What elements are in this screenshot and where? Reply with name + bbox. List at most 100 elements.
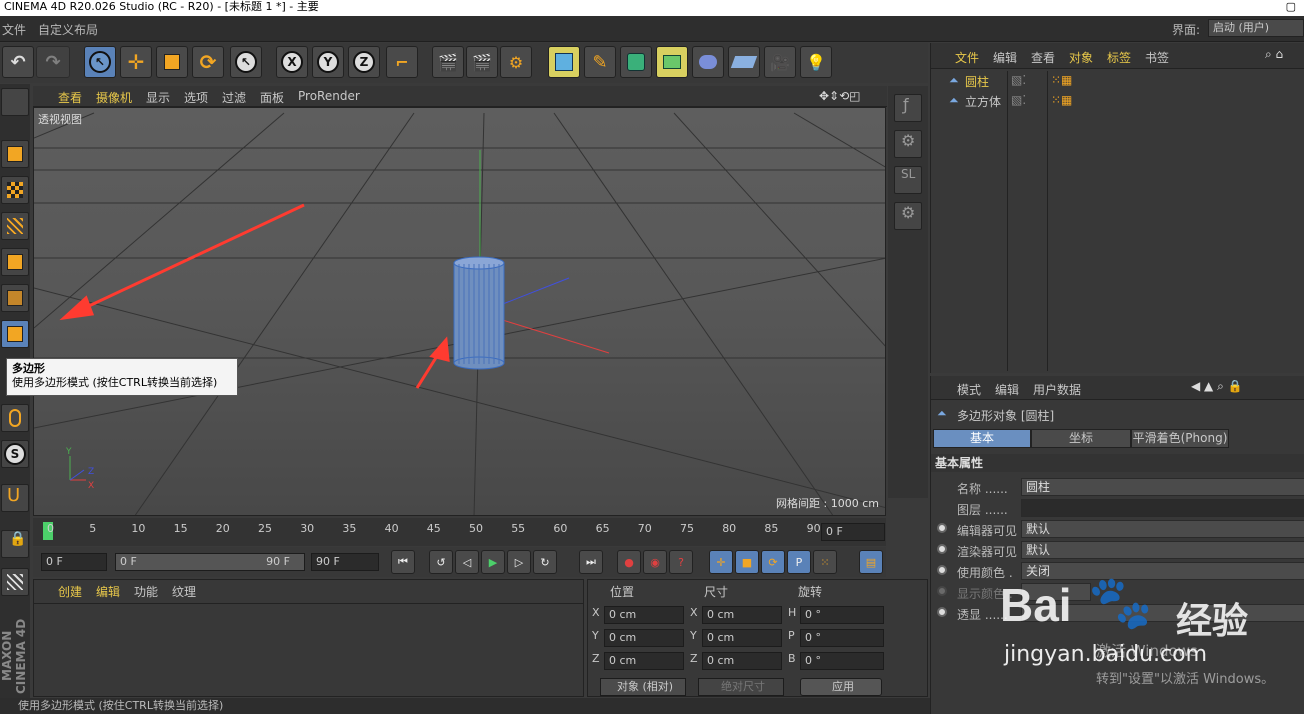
rotate-button[interactable]: ⟳ bbox=[192, 46, 224, 78]
current-frame-field[interactable]: 0 F bbox=[821, 523, 885, 541]
make-editable-button[interactable] bbox=[1, 88, 29, 116]
object-menu-tags[interactable]: 标签 bbox=[1107, 49, 1131, 66]
snap-button[interactable]: S bbox=[1, 440, 29, 468]
attr-value[interactable]: 圆柱 bbox=[1021, 478, 1304, 496]
search-icon[interactable]: ⌕ ⌂ bbox=[1265, 47, 1283, 62]
rotation-field[interactable]: 0 ° bbox=[800, 652, 884, 670]
goto-end-button[interactable]: ⏭ bbox=[579, 550, 603, 574]
perspective-viewport[interactable]: Y Z X 透视视图 网格间距 : 1000 cm bbox=[33, 107, 886, 516]
viewport-menu-view[interactable]: 查看 bbox=[58, 89, 82, 106]
undo-button[interactable]: ↶ bbox=[2, 46, 34, 78]
prev-key-button[interactable]: ↺ bbox=[429, 550, 453, 574]
tab-basic[interactable]: 基本 bbox=[933, 429, 1031, 448]
attr-value[interactable]: 默认 bbox=[1021, 520, 1304, 538]
attr-value[interactable]: 默认 bbox=[1021, 541, 1304, 559]
move-button[interactable]: ✛ bbox=[120, 46, 152, 78]
gear-button[interactable]: ⚙ bbox=[894, 130, 922, 158]
apply-button[interactable]: 应用 bbox=[800, 678, 882, 696]
size-field[interactable]: 0 cm bbox=[702, 606, 782, 624]
render-view-button[interactable]: 🎬 bbox=[432, 46, 464, 78]
model-mode-button[interactable] bbox=[1, 140, 29, 168]
viewport-menu-filter[interactable]: 过滤 bbox=[222, 89, 246, 106]
render-picture-button[interactable]: 🎬 bbox=[466, 46, 498, 78]
y-axis-button[interactable]: Y bbox=[312, 46, 344, 78]
rotation-field[interactable]: 0 ° bbox=[800, 629, 884, 647]
list-item[interactable]: ⏶ 立方体 ▧⁚ ⁙▦ bbox=[931, 93, 1304, 111]
material-menu-edit[interactable]: 编辑 bbox=[96, 583, 120, 600]
layout-select[interactable]: 启动 (用户) bbox=[1208, 19, 1304, 37]
menu-custom-layout[interactable]: 自定义布局 bbox=[38, 21, 98, 38]
list-item[interactable]: ⏶ 圆柱 ▧⁚ ⁙▦ bbox=[931, 73, 1304, 91]
position-field[interactable]: 0 cm bbox=[604, 652, 684, 670]
animate-radio[interactable] bbox=[937, 565, 947, 575]
position-field[interactable]: 0 cm bbox=[604, 629, 684, 647]
key-param-button[interactable]: P bbox=[787, 550, 811, 574]
attr-value[interactable] bbox=[1021, 583, 1091, 601]
visibility-icon[interactable]: ▧⁚ bbox=[1011, 93, 1026, 107]
nav-arrows-icon[interactable]: ◀ ▲ ⌕ 🔒 bbox=[1191, 379, 1243, 394]
tag-icon[interactable]: ⁙▦ bbox=[1051, 73, 1072, 87]
redo-button[interactable]: ↷ bbox=[36, 46, 70, 78]
edge-mode-button[interactable] bbox=[1, 284, 29, 312]
attr-menu-mode[interactable]: 模式 bbox=[957, 381, 981, 398]
tab-coordinates[interactable]: 坐标 bbox=[1031, 429, 1131, 448]
end-frame-field[interactable]: 90 F bbox=[311, 553, 379, 571]
attr-value[interactable] bbox=[1021, 499, 1304, 517]
cube-button[interactable] bbox=[548, 46, 580, 78]
workplane-mode-button[interactable] bbox=[1, 212, 29, 240]
viewport-menu-options[interactable]: 选项 bbox=[184, 89, 208, 106]
array-button[interactable] bbox=[656, 46, 688, 78]
next-key-button[interactable]: ↻ bbox=[533, 550, 557, 574]
point-mode-button[interactable] bbox=[1, 248, 29, 276]
size-field[interactable]: 0 cm bbox=[702, 629, 782, 647]
viewport-nav-icon[interactable]: ✥⇕⟲◰ bbox=[819, 89, 861, 103]
rotation-field[interactable]: 0 ° bbox=[800, 606, 884, 624]
polygon-mode-button[interactable] bbox=[1, 320, 29, 348]
object-menu-edit[interactable]: 编辑 bbox=[993, 49, 1017, 66]
material-menu-function[interactable]: 功能 bbox=[134, 583, 158, 600]
tab-phong[interactable]: 平滑着色(Phong) bbox=[1131, 429, 1229, 448]
pen-button[interactable]: ✎ bbox=[584, 46, 616, 78]
key-rotation-button[interactable]: ⟳ bbox=[761, 550, 785, 574]
texture-mode-button[interactable] bbox=[1, 176, 29, 204]
menu-file[interactable]: 文件 bbox=[2, 21, 26, 38]
viewport-menu-prorender[interactable]: ProRender bbox=[298, 89, 360, 103]
object-menu-objects[interactable]: 对象 bbox=[1069, 49, 1093, 66]
magnet-button[interactable]: U bbox=[1, 484, 29, 512]
lock-button[interactable]: 🔒 bbox=[1, 530, 29, 558]
timeline[interactable]: 0 5 10 15 20 25 30 35 40 45 50 55 60 65 70 75 80 85 90 0 F bbox=[33, 518, 886, 546]
size-field[interactable]: 0 cm bbox=[702, 652, 782, 670]
grid-snap-button[interactable] bbox=[1, 568, 29, 596]
timeline-window-button[interactable]: ▤ bbox=[859, 550, 883, 574]
size-mode-select[interactable]: 绝对尺寸 bbox=[698, 678, 784, 696]
z-axis-button[interactable]: Z bbox=[348, 46, 380, 78]
goto-start-button[interactable]: ⏮ bbox=[391, 550, 415, 574]
gear-button-2[interactable]: ⚙ bbox=[894, 202, 922, 230]
record-button[interactable]: ● bbox=[617, 550, 641, 574]
enable-axis-button[interactable] bbox=[1, 404, 29, 432]
autokey-button[interactable]: ◉ bbox=[643, 550, 667, 574]
attr-menu-edit[interactable]: 编辑 bbox=[995, 381, 1019, 398]
prev-frame-button[interactable]: ◁ bbox=[455, 550, 479, 574]
key-pla-button[interactable]: ⁙ bbox=[813, 550, 837, 574]
animate-radio[interactable] bbox=[937, 544, 947, 554]
material-menu-create[interactable]: 创建 bbox=[58, 583, 82, 600]
render-settings-button[interactable]: ⚙ bbox=[500, 46, 532, 78]
object-menu-file[interactable]: 文件 bbox=[955, 49, 979, 66]
viewport-menu-display[interactable]: 显示 bbox=[146, 89, 170, 106]
frame-range-slider[interactable]: 0 F 90 F bbox=[115, 553, 305, 571]
animate-radio[interactable] bbox=[937, 586, 947, 596]
attr-menu-userdata[interactable]: 用户数据 bbox=[1033, 381, 1081, 398]
last-tool-button[interactable]: ↖ bbox=[230, 46, 262, 78]
coord-system-button[interactable]: ⌐ bbox=[386, 46, 418, 78]
start-frame-field[interactable]: 0 F bbox=[41, 553, 107, 571]
key-scale-button[interactable]: ■ bbox=[735, 550, 759, 574]
position-field[interactable]: 0 cm bbox=[604, 606, 684, 624]
live-select-button[interactable]: ↖ bbox=[84, 46, 116, 78]
floor-button[interactable] bbox=[728, 46, 760, 78]
key-position-button[interactable]: ✛ bbox=[709, 550, 733, 574]
visibility-icon[interactable]: ▧⁚ bbox=[1011, 73, 1026, 87]
tag-icon[interactable]: ⁙▦ bbox=[1051, 93, 1072, 107]
camera-button[interactable]: 🎥 bbox=[764, 46, 796, 78]
deformer-button[interactable] bbox=[692, 46, 724, 78]
